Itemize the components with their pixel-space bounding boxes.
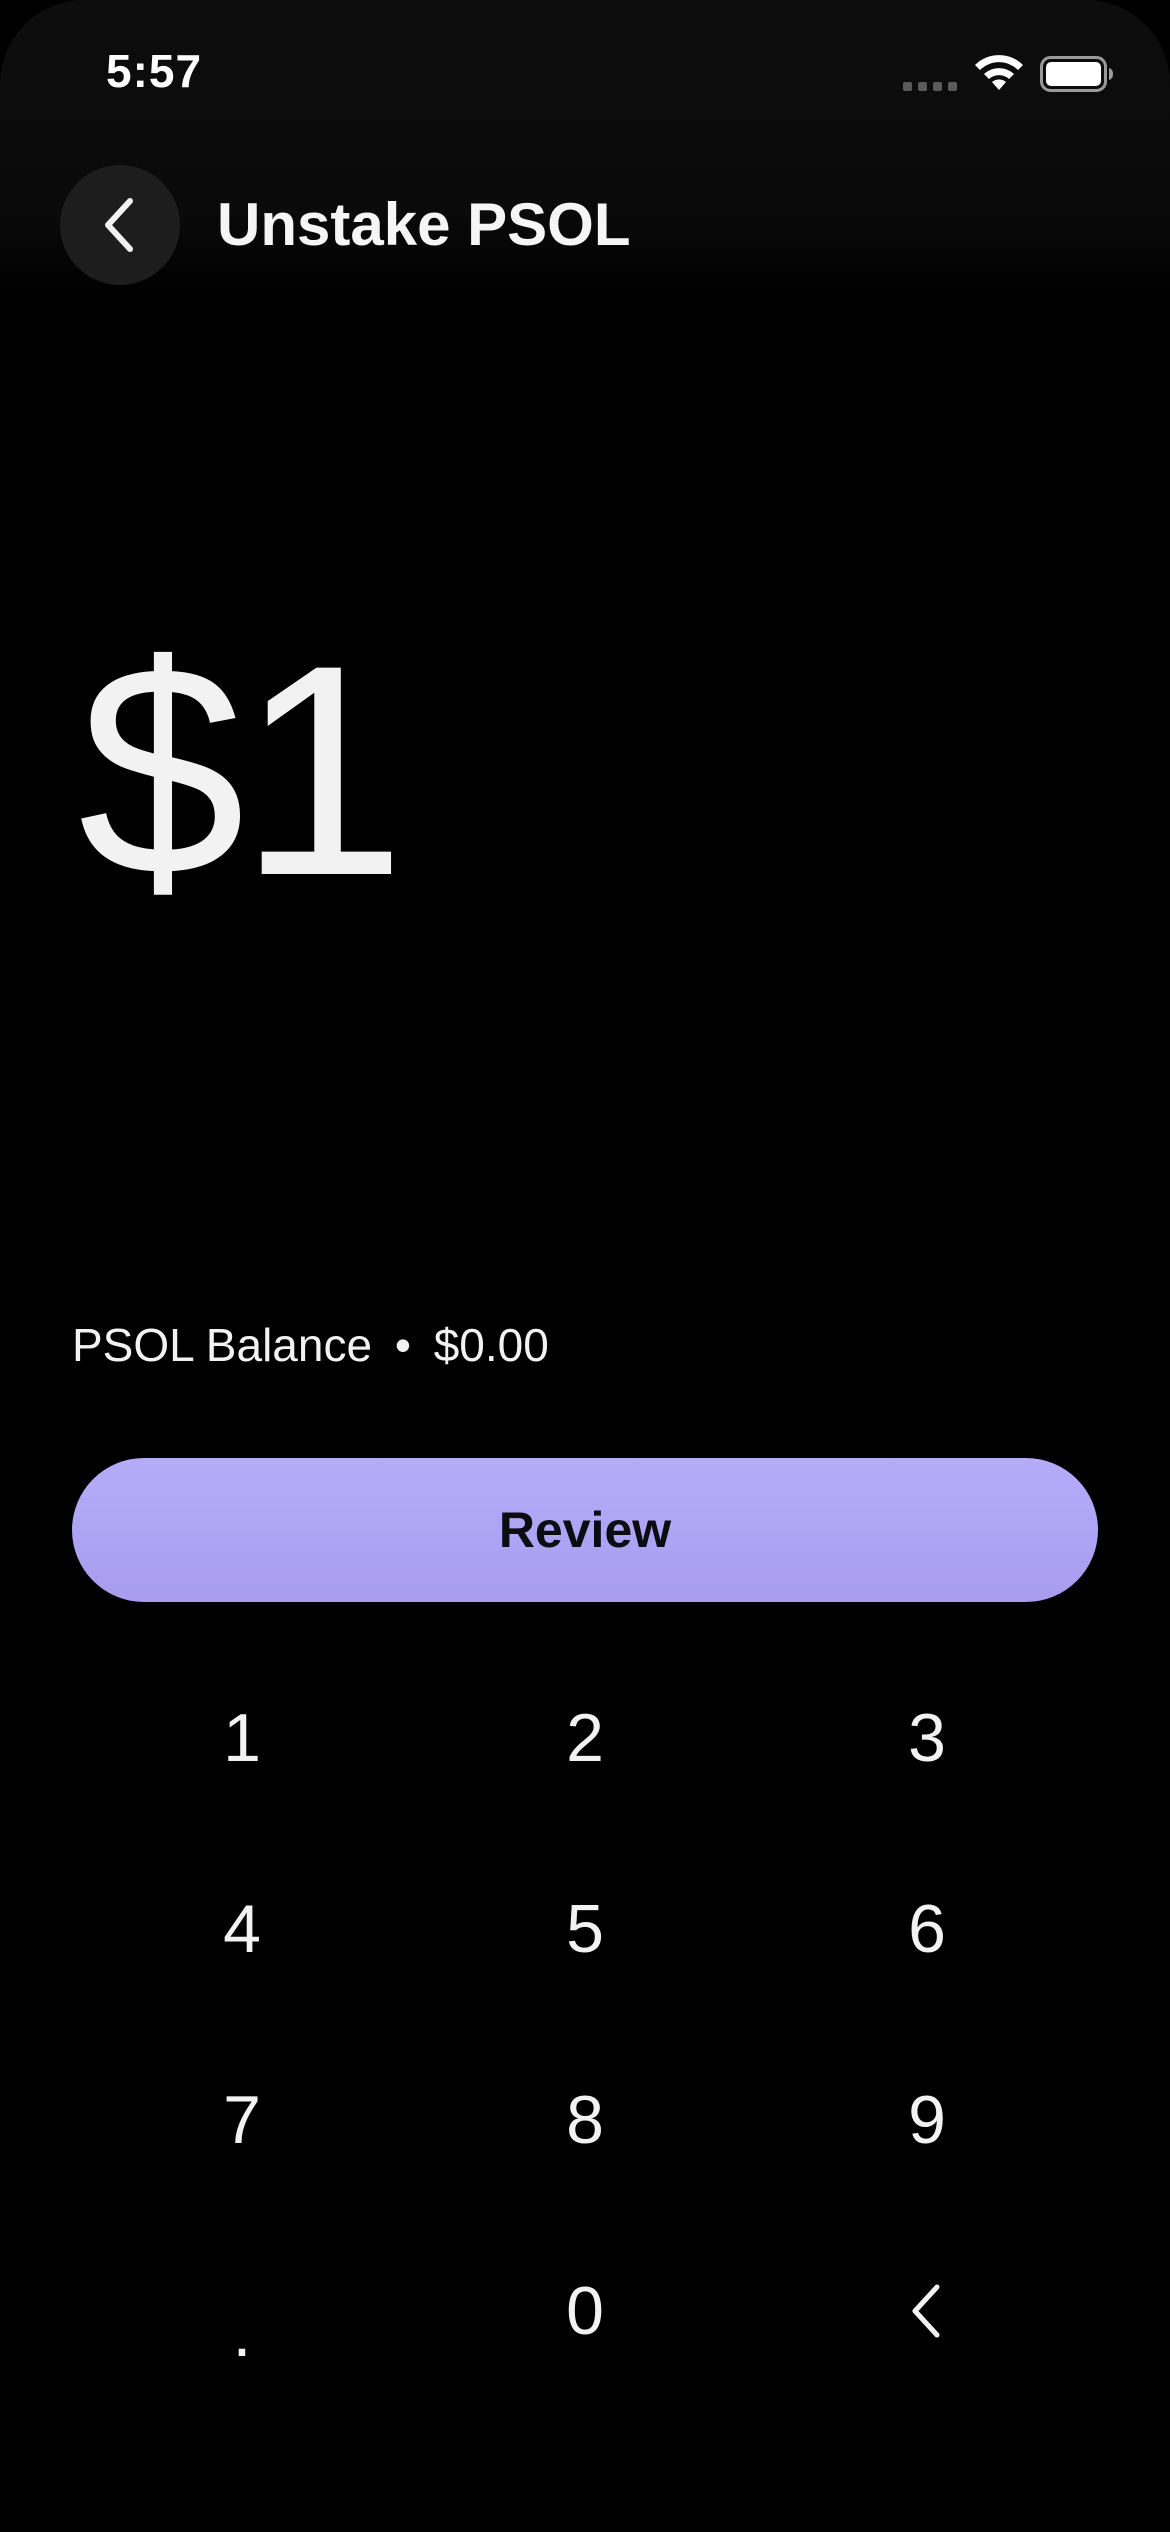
review-button-label: Review bbox=[498, 1502, 672, 1558]
status-bar: 5:57 bbox=[0, 0, 1170, 150]
battery-icon bbox=[1040, 56, 1113, 92]
review-button[interactable]: Review bbox=[72, 1458, 1098, 1602]
chevron-left-icon bbox=[912, 2284, 940, 2338]
page-title: Unstake PSOL bbox=[217, 191, 631, 258]
key-3[interactable]: 3 bbox=[777, 1663, 1077, 1813]
key-1[interactable]: 1 bbox=[92, 1663, 392, 1813]
key-2[interactable]: 2 bbox=[435, 1663, 735, 1813]
balance-label: PSOL Balance bbox=[72, 1319, 373, 1371]
cellular-signal-icon bbox=[903, 82, 959, 92]
key-5[interactable]: 5 bbox=[435, 1854, 735, 2004]
wifi-icon bbox=[975, 55, 1023, 90]
key-4[interactable]: 4 bbox=[92, 1854, 392, 2004]
backspace-key[interactable] bbox=[777, 2236, 1077, 2386]
key-9[interactable]: 9 bbox=[777, 2045, 1077, 2195]
status-time: 5:57 bbox=[106, 45, 203, 97]
numeric-keypad: 1 2 3 4 5 6 7 8 9 . 0 bbox=[0, 1663, 1170, 2433]
balance-line: PSOL Balance • $0.00 bbox=[72, 1318, 549, 1372]
balance-value: $0.00 bbox=[433, 1319, 549, 1371]
amount-display: $1 bbox=[78, 602, 406, 938]
key-8[interactable]: 8 bbox=[435, 2045, 735, 2195]
key-decimal[interactable]: . bbox=[92, 2236, 392, 2408]
key-7[interactable]: 7 bbox=[92, 2045, 392, 2195]
back-button[interactable] bbox=[60, 165, 180, 285]
chevron-left-icon bbox=[105, 198, 133, 252]
key-6[interactable]: 6 bbox=[777, 1854, 1077, 2004]
phone-screen: 5:57 Unstake PSOL $1 PSOL Balance • $0.0 bbox=[0, 0, 1170, 2532]
balance-separator: • bbox=[394, 1319, 411, 1371]
key-0[interactable]: 0 bbox=[435, 2236, 735, 2386]
